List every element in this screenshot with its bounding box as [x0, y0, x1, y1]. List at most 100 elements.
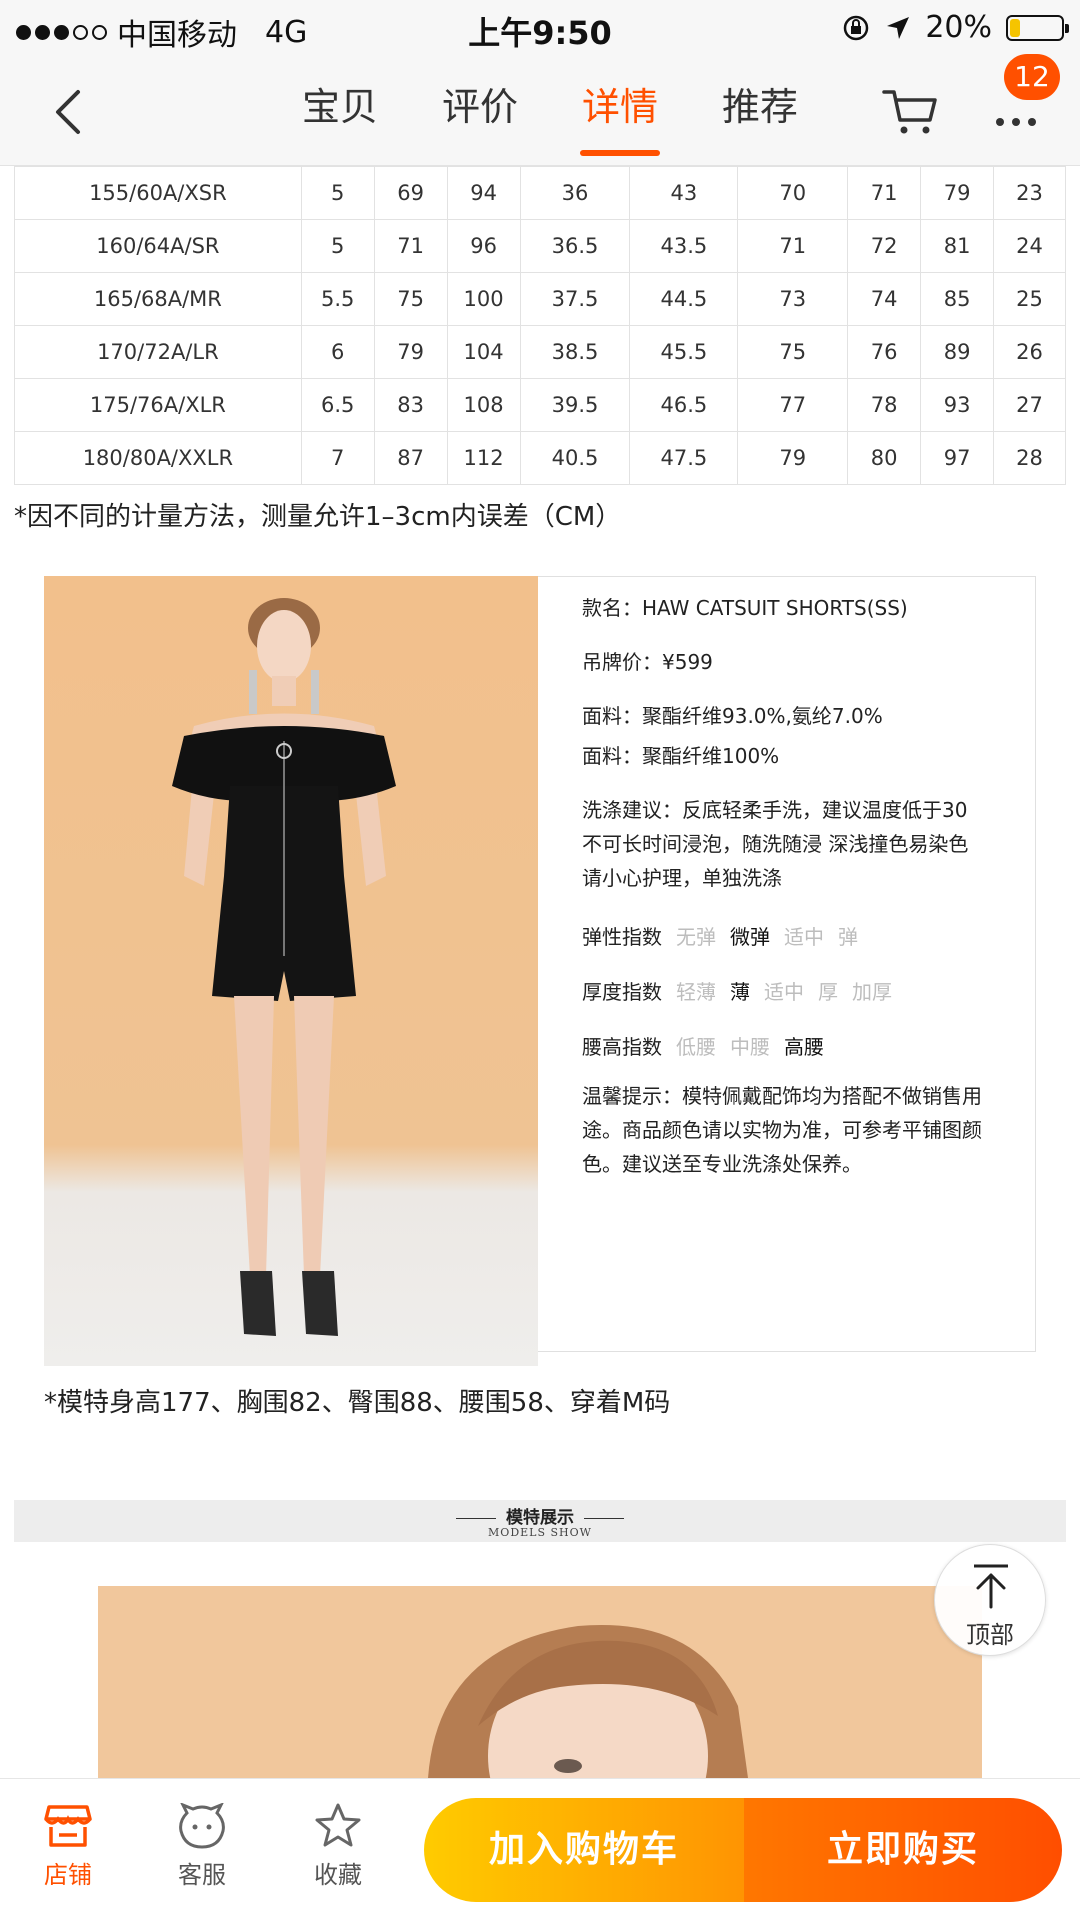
measurement-cell: 47.5 — [629, 431, 739, 485]
tab-reviews[interactable]: 评价 — [410, 78, 550, 156]
measurement-cell: 76 — [847, 325, 922, 379]
top-nav-bar: 宝贝 评价 详情 推荐 — [0, 56, 1080, 166]
measurement-cell: 24 — [993, 219, 1066, 273]
elasticity-index: 弹性指数 无弹 微弹 适中 弹 — [582, 921, 858, 950]
tab-details[interactable]: 详情 — [550, 78, 690, 156]
size-cell: 180/80A/XXLR — [14, 431, 302, 485]
back-to-top-button[interactable]: 顶部 — [934, 1544, 1046, 1656]
measurement-cell: 73 — [737, 272, 849, 326]
fabric-composition-1: 面料：聚酯纤维93.0%,氨纶7.0% — [582, 704, 883, 728]
thickness-index: 厚度指数 轻薄 薄 适中 厚 加厚 — [582, 976, 892, 1005]
back-to-top-label: 顶部 — [966, 1621, 1014, 1649]
waist-label: 腰高指数 — [582, 1035, 662, 1059]
table-row: 180/80A/XXLR 7 87 112 40.5 47.5 79 80 97 28 — [14, 431, 1066, 485]
measurement-cell: 81 — [920, 219, 995, 273]
store-label: 店铺 — [44, 1861, 92, 1889]
arrow-up-icon — [974, 1564, 1008, 1609]
elasticity-option: 微弹 — [730, 925, 770, 949]
measurement-cell: 26 — [993, 325, 1066, 379]
size-chart-table: 155/60A/XSR 5 69 94 36 43 70 71 79 23 160/64A/SR 5 7… — [14, 166, 1066, 485]
measurement-cell: 72 — [847, 219, 922, 273]
measurement-cell: 79 — [373, 325, 448, 379]
measurement-cell: 74 — [847, 272, 922, 326]
product-name: 款名：HAW CATSUIT SHORTS(SS) — [582, 596, 908, 620]
measurement-cell: 71 — [373, 219, 448, 273]
measurement-cell: 71 — [737, 219, 849, 273]
measurement-cell: 37.5 — [519, 272, 631, 326]
table-row: 165/68A/MR 5.5 75 100 37.5 44.5 73 74 85 25 — [14, 272, 1066, 326]
measurement-cell: 27 — [993, 378, 1066, 432]
measurement-cell: 79 — [737, 431, 849, 485]
customer-service-label: 客服 — [178, 1861, 226, 1889]
measurement-cell: 25 — [993, 272, 1066, 326]
measurement-cell: 85 — [920, 272, 995, 326]
measurement-cell: 112 — [446, 431, 521, 485]
favorite-button[interactable]: 收藏 — [288, 1803, 388, 1890]
waist-option: 中腰 — [730, 1035, 770, 1059]
thickness-label: 厚度指数 — [582, 980, 662, 1004]
measurement-cell: 5 — [300, 166, 375, 220]
size-cell: 165/68A/MR — [14, 272, 302, 326]
measurement-cell: 40.5 — [519, 431, 631, 485]
model-illustration — [172, 598, 396, 1336]
fabric-composition-2: 面料：聚酯纤维100% — [582, 744, 780, 768]
models-show-title: 模特展示 — [446, 1503, 634, 1528]
add-to-cart-button[interactable]: 加入购物车 — [424, 1798, 744, 1902]
status-right: 20% — [841, 10, 1069, 45]
measurement-cell: 5.5 — [300, 272, 375, 326]
measurement-cell: 78 — [847, 378, 922, 432]
measurement-note: *因不同的计量方法，测量允许1–3cm内误差（CM） — [14, 502, 622, 532]
table-row: 175/76A/XLR 6.5 83 108 39.5 46.5 77 78 93 27 — [14, 378, 1066, 432]
elasticity-option: 弹 — [838, 925, 858, 949]
care-tip-3: 色。建议送至专业洗涤处保养。 — [582, 1152, 862, 1176]
tab-item[interactable]: 宝贝 — [270, 78, 410, 156]
size-cell: 160/64A/SR — [14, 219, 302, 273]
status-bar: 中国移动 4G 上午9:50 20% — [0, 0, 1080, 56]
wash-advice-1: 洗涤建议：反底轻柔手洗，建议温度低于30 — [582, 798, 968, 822]
favorite-label: 收藏 — [314, 1861, 362, 1889]
buy-now-button[interactable]: 立即购买 — [744, 1798, 1062, 1902]
thickness-option: 薄 — [730, 980, 750, 1004]
thickness-option: 厚 — [818, 980, 838, 1004]
measurement-cell: 77 — [737, 378, 849, 432]
thickness-option: 适中 — [764, 980, 804, 1004]
measurement-cell: 94 — [446, 166, 521, 220]
customer-service-button[interactable]: 客服 — [152, 1803, 252, 1890]
measurement-cell: 87 — [373, 431, 448, 485]
store-button[interactable]: 店铺 — [18, 1803, 118, 1890]
measurement-cell: 69 — [373, 166, 448, 220]
cart-icon[interactable] — [880, 80, 940, 140]
measurement-cell: 45.5 — [629, 325, 739, 379]
table-row: 160/64A/SR 5 71 96 36.5 43.5 71 72 81 24 — [14, 219, 1066, 273]
measurement-cell: 104 — [446, 325, 521, 379]
tab-recommend[interactable]: 推荐 — [690, 78, 830, 156]
measurement-cell: 44.5 — [629, 272, 739, 326]
measurement-cell: 23 — [993, 166, 1066, 220]
tag-price: 吊牌价：¥599 — [582, 650, 713, 674]
models-show-subtitle: MODELS SHOW — [488, 1526, 592, 1539]
elasticity-option: 无弹 — [676, 925, 716, 949]
table-row: 170/72A/LR 6 79 104 38.5 45.5 75 76 89 26 — [14, 325, 1066, 379]
care-tip-1: 温馨提示：模特佩戴配饰均为搭配不做销售用 — [582, 1084, 982, 1108]
notification-badge[interactable]: 12 — [1004, 54, 1060, 100]
measurement-cell: 6.5 — [300, 378, 375, 432]
customer-service-icon — [179, 1803, 225, 1849]
wash-advice-2: 不可长时间浸泡，随洗随浸 深浅撞色易染色 — [582, 832, 969, 856]
thickness-option: 轻薄 — [676, 980, 716, 1004]
waist-option: 低腰 — [676, 1035, 716, 1059]
models-show-banner: 模特展示 MODELS SHOW — [14, 1500, 1066, 1542]
measurement-cell: 36.5 — [519, 219, 631, 273]
store-icon — [44, 1805, 92, 1847]
size-cell: 170/72A/LR — [14, 325, 302, 379]
measurement-cell: 43.5 — [629, 219, 739, 273]
back-arrow-icon[interactable] — [42, 82, 102, 142]
table-row: 155/60A/XSR 5 69 94 36 43 70 71 79 23 — [14, 166, 1066, 220]
measurement-cell: 28 — [993, 431, 1066, 485]
measurement-cell: 79 — [920, 166, 995, 220]
battery-icon — [1006, 14, 1069, 41]
orientation-lock-icon — [844, 15, 869, 40]
measurement-cell: 75 — [737, 325, 849, 379]
measurement-cell: 7 — [300, 431, 375, 485]
measurement-cell: 39.5 — [519, 378, 631, 432]
measurement-cell: 108 — [446, 378, 521, 432]
